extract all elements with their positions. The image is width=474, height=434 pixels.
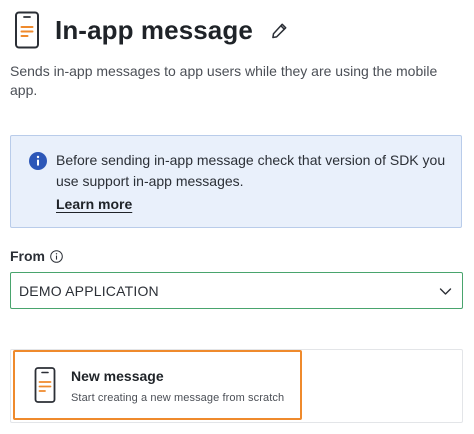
new-message-card[interactable]: New message Start creating a new message… <box>13 350 302 420</box>
mobile-app-icon <box>34 367 56 403</box>
from-select-value: DEMO APPLICATION <box>19 283 159 299</box>
sdk-info-text: Before sending in-app message check that… <box>56 152 446 189</box>
pencil-icon <box>272 23 287 38</box>
new-message-title: New message <box>71 368 164 384</box>
page-description: Sends in-app messages to app users while… <box>10 63 438 98</box>
from-select[interactable]: DEMO APPLICATION <box>10 272 463 309</box>
page-header: In-app message <box>14 10 289 50</box>
sdk-info-banner: Before sending in-app message check that… <box>10 135 462 228</box>
learn-more-link[interactable]: Learn more <box>56 196 132 212</box>
info-outline-icon[interactable] <box>50 249 63 263</box>
new-message-description: Start creating a new message from scratc… <box>71 392 285 404</box>
chevron-down-icon <box>439 288 452 295</box>
mobile-app-icon <box>14 11 42 49</box>
edit-title-button[interactable] <box>271 21 289 39</box>
page-title: In-app message <box>55 14 253 45</box>
in-app-message-page: In-app message Sends in-app messages to … <box>0 0 474 434</box>
from-label-text: From <box>10 248 45 264</box>
info-icon <box>29 152 47 170</box>
from-label: From <box>10 248 63 264</box>
